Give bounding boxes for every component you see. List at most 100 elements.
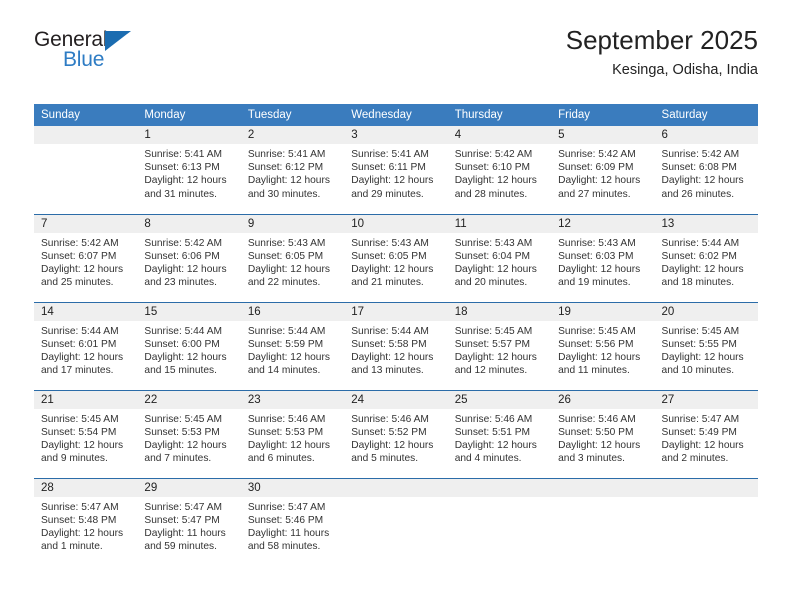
sunset-line: Sunset: 5:47 PM <box>144 514 220 526</box>
day-cell[interactable]: 29 Sunrise: 5:47 AM Sunset: 5:47 PM Dayl… <box>137 477 241 566</box>
day-details: Sunrise: 5:46 AM Sunset: 5:52 PM Dayligh… <box>344 409 447 466</box>
day-cell[interactable]: 28 Sunrise: 5:47 AM Sunset: 5:48 PM Dayl… <box>34 477 138 566</box>
day-details: Sunrise: 5:44 AM Sunset: 5:58 PM Dayligh… <box>344 321 447 378</box>
day-details: Sunrise: 5:46 AM Sunset: 5:53 PM Dayligh… <box>241 409 344 466</box>
day-details: Sunrise: 5:44 AM Sunset: 6:01 PM Dayligh… <box>34 321 137 378</box>
sunrise-line: Sunrise: 5:47 AM <box>41 501 119 513</box>
day-cell[interactable] <box>344 477 448 566</box>
day-cell[interactable]: 10 Sunrise: 5:43 AM Sunset: 6:05 PM Dayl… <box>344 213 448 302</box>
day-cell[interactable]: 26 Sunrise: 5:46 AM Sunset: 5:50 PM Dayl… <box>551 389 655 478</box>
daylight-line-2: and 3 minutes. <box>558 453 625 465</box>
calendar-week-row: 21 Sunrise: 5:45 AM Sunset: 5:54 PM Dayl… <box>34 389 758 478</box>
day-cell[interactable]: 6 Sunrise: 5:42 AM Sunset: 6:08 PM Dayli… <box>654 126 758 214</box>
day-cell[interactable]: 30 Sunrise: 5:47 AM Sunset: 5:46 PM Dayl… <box>240 477 345 566</box>
sunset-line: Sunset: 6:01 PM <box>41 338 117 350</box>
day-cell[interactable]: 13 Sunrise: 5:44 AM Sunset: 6:02 PM Dayl… <box>654 213 758 302</box>
sunrise-line: Sunrise: 5:41 AM <box>247 149 326 160</box>
daylight-line-1: Daylight: 12 hours <box>661 175 744 187</box>
day-cell[interactable]: 2 Sunrise: 5:41 AM Sunset: 6:12 PM Dayli… <box>240 126 345 214</box>
sunrise-line: Sunrise: 5:45 AM <box>41 413 119 425</box>
day-cell[interactable]: 20 Sunrise: 5:45 AM Sunset: 5:55 PM Dayl… <box>654 301 758 390</box>
sunrise-line: Sunrise: 5:47 AM <box>144 501 223 513</box>
triangle-icon <box>105 31 131 51</box>
daylight-line-2: and 22 minutes. <box>247 277 321 289</box>
weekday-header-thursday: Thursday <box>447 104 552 126</box>
sunset-line: Sunset: 5:57 PM <box>454 338 531 350</box>
day-details: Sunrise: 5:43 AM Sunset: 6:05 PM Dayligh… <box>241 233 344 290</box>
day-cell[interactable]: 4 Sunrise: 5:42 AM Sunset: 6:10 PM Dayli… <box>447 126 552 214</box>
day-cell[interactable]: 23 Sunrise: 5:46 AM Sunset: 5:53 PM Dayl… <box>240 389 345 478</box>
sunrise-line: Sunrise: 5:43 AM <box>454 237 533 249</box>
daylight-line-1: Daylight: 12 hours <box>247 351 330 363</box>
day-number: 5 <box>551 126 655 144</box>
day-cell[interactable] <box>34 126 138 214</box>
day-number: 14 <box>34 302 138 321</box>
sunset-line: Sunset: 6:09 PM <box>558 162 634 174</box>
sunrise-line: Sunrise: 5:42 AM <box>144 237 223 249</box>
day-cell[interactable]: 7 Sunrise: 5:42 AM Sunset: 6:07 PM Dayli… <box>34 213 138 302</box>
sunrise-line: Sunrise: 5:43 AM <box>351 237 429 249</box>
day-number: 24 <box>344 390 448 409</box>
daylight-line-2: and 59 minutes. <box>144 541 217 553</box>
day-cell[interactable]: 8 Sunrise: 5:42 AM Sunset: 6:06 PM Dayli… <box>137 213 241 302</box>
sunset-line: Sunset: 5:49 PM <box>661 426 737 438</box>
day-cell[interactable]: 5 Sunrise: 5:42 AM Sunset: 6:09 PM Dayli… <box>551 126 655 214</box>
daylight-line-2: and 5 minutes. <box>351 453 419 465</box>
weekday-header-sunday: Sunday <box>34 104 138 126</box>
day-number: 11 <box>447 214 552 233</box>
daylight-line-1: Daylight: 12 hours <box>351 351 434 363</box>
daylight-line-1: Daylight: 12 hours <box>144 263 227 275</box>
daylight-line-2: and 58 minutes. <box>247 541 321 553</box>
day-cell[interactable]: 1 Sunrise: 5:41 AM Sunset: 6:13 PM Dayli… <box>137 126 241 214</box>
sunrise-line: Sunrise: 5:43 AM <box>558 237 636 249</box>
day-details: Sunrise: 5:47 AM Sunset: 5:46 PM Dayligh… <box>241 497 344 554</box>
daylight-line-2: and 25 minutes. <box>41 277 114 289</box>
sunset-line: Sunset: 6:05 PM <box>247 250 324 262</box>
generalblue-logo[interactable]: General Blue <box>34 28 154 80</box>
daylight-line-1: Daylight: 12 hours <box>351 263 434 275</box>
day-number: 1 <box>137 126 241 144</box>
weekday-header-monday: Monday <box>137 104 241 126</box>
day-cell[interactable] <box>551 477 655 566</box>
daylight-line-2: and 2 minutes. <box>661 453 729 465</box>
day-cell[interactable] <box>447 477 552 566</box>
day-cell[interactable]: 16 Sunrise: 5:44 AM Sunset: 5:59 PM Dayl… <box>240 301 345 390</box>
day-cell[interactable]: 15 Sunrise: 5:44 AM Sunset: 6:00 PM Dayl… <box>137 301 241 390</box>
day-cell[interactable]: 19 Sunrise: 5:45 AM Sunset: 5:56 PM Dayl… <box>551 301 655 390</box>
page-title: September 2025 <box>565 25 758 55</box>
day-cell[interactable]: 21 Sunrise: 5:45 AM Sunset: 5:54 PM Dayl… <box>34 389 138 478</box>
day-number: 22 <box>137 390 241 409</box>
day-cell[interactable]: 25 Sunrise: 5:46 AM Sunset: 5:51 PM Dayl… <box>447 389 552 478</box>
daylight-line-1: Daylight: 12 hours <box>144 439 227 451</box>
sunrise-line: Sunrise: 5:42 AM <box>661 149 740 160</box>
daylight-line-2: and 1 minute. <box>41 541 103 553</box>
day-number <box>34 126 138 144</box>
sunrise-line: Sunrise: 5:42 AM <box>558 149 636 160</box>
day-number: 9 <box>240 214 345 233</box>
day-cell[interactable]: 27 Sunrise: 5:47 AM Sunset: 5:49 PM Dayl… <box>654 389 758 478</box>
calendar-header-row: Sunday Monday Tuesday Wednesday Thursday… <box>34 104 758 126</box>
day-cell[interactable]: 12 Sunrise: 5:43 AM Sunset: 6:03 PM Dayl… <box>551 213 655 302</box>
day-number: 8 <box>137 214 241 233</box>
day-cell[interactable]: 17 Sunrise: 5:44 AM Sunset: 5:58 PM Dayl… <box>344 301 448 390</box>
day-cell[interactable]: 18 Sunrise: 5:45 AM Sunset: 5:57 PM Dayl… <box>447 301 552 390</box>
day-cell[interactable]: 24 Sunrise: 5:46 AM Sunset: 5:52 PM Dayl… <box>344 389 448 478</box>
day-details: Sunrise: 5:43 AM Sunset: 6:04 PM Dayligh… <box>448 233 551 290</box>
daylight-line-1: Daylight: 12 hours <box>558 439 641 451</box>
day-cell[interactable]: 3 Sunrise: 5:41 AM Sunset: 6:11 PM Dayli… <box>344 126 448 214</box>
day-details: Sunrise: 5:41 AM Sunset: 6:13 PM Dayligh… <box>137 144 240 201</box>
weekday-header-wednesday: Wednesday <box>344 104 448 126</box>
sunset-line: Sunset: 6:00 PM <box>144 338 220 350</box>
daylight-line-1: Daylight: 12 hours <box>41 263 124 275</box>
day-details: Sunrise: 5:44 AM Sunset: 6:00 PM Dayligh… <box>137 321 240 378</box>
day-cell[interactable]: 11 Sunrise: 5:43 AM Sunset: 6:04 PM Dayl… <box>447 213 552 302</box>
sunrise-line: Sunrise: 5:46 AM <box>247 413 326 425</box>
sunset-line: Sunset: 5:59 PM <box>247 338 324 350</box>
day-cell[interactable] <box>654 477 758 566</box>
day-cell[interactable]: 9 Sunrise: 5:43 AM Sunset: 6:05 PM Dayli… <box>240 213 345 302</box>
daylight-line-2: and 26 minutes. <box>661 188 735 200</box>
sunset-line: Sunset: 5:54 PM <box>41 426 117 438</box>
day-cell[interactable]: 14 Sunrise: 5:44 AM Sunset: 6:01 PM Dayl… <box>34 301 138 390</box>
daylight-line-2: and 9 minutes. <box>41 453 108 465</box>
day-cell[interactable]: 22 Sunrise: 5:45 AM Sunset: 5:53 PM Dayl… <box>137 389 241 478</box>
